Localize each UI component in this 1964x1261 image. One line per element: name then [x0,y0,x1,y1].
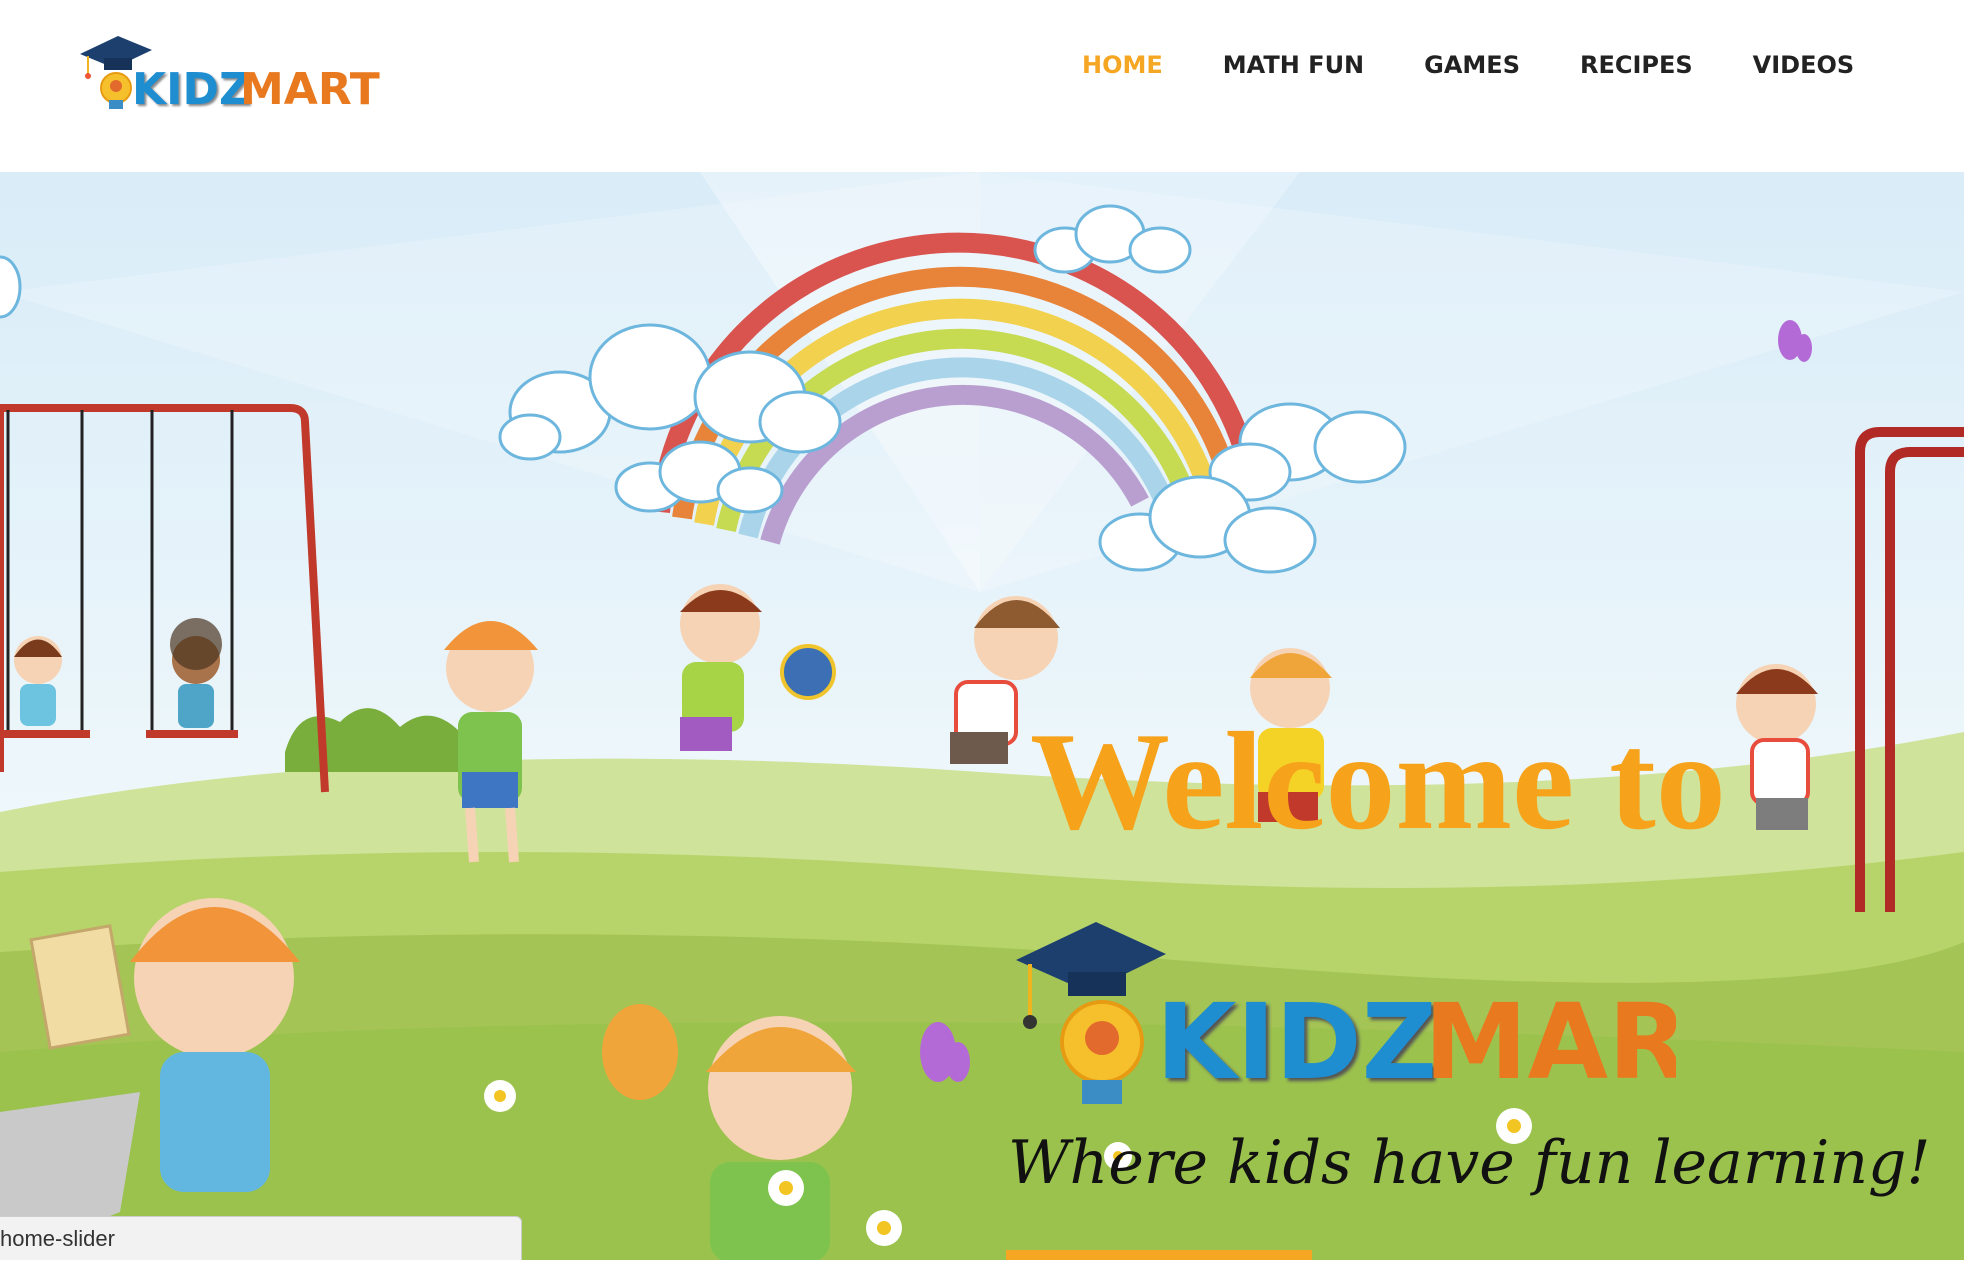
site-logo[interactable]: KIDZ MART [80,24,380,115]
home-slider: Welcome to KIDZ MART Where kids have fun… [0,172,1964,1260]
svg-text:MART: MART [240,64,380,114]
welcome-heading: Welcome to [1030,704,1726,859]
hero-tagline: Where kids have fun learning! [1008,1128,1931,1198]
hero-logo: KIDZ MART [1016,900,1676,1120]
nav-math-fun[interactable]: MATH FUN [1223,48,1364,82]
nav-videos[interactable]: VIDEOS [1753,48,1855,82]
lightbulb-logo-icon: KIDZ MART [80,36,380,115]
nav-home[interactable]: HOME [1082,48,1163,82]
main-nav: HOME MATH FUN GAMES RECIPES VIDEOS [1082,48,1914,82]
svg-text:KIDZ: KIDZ [132,64,251,114]
site-header: KIDZ MART HOME MATH FUN GAMES RECIPES VI… [0,0,1964,172]
nav-recipes[interactable]: RECIPES [1580,48,1693,82]
lightbulb-logo-icon: KIDZ MART [1016,922,1676,1104]
svg-text:MART: MART [1424,981,1676,1103]
nav-games[interactable]: GAMES [1424,48,1520,82]
svg-text:KIDZ: KIDZ [1156,981,1437,1103]
browser-status-bar: home-slider [0,1216,522,1260]
slider-cta-button[interactable] [1006,1250,1312,1260]
